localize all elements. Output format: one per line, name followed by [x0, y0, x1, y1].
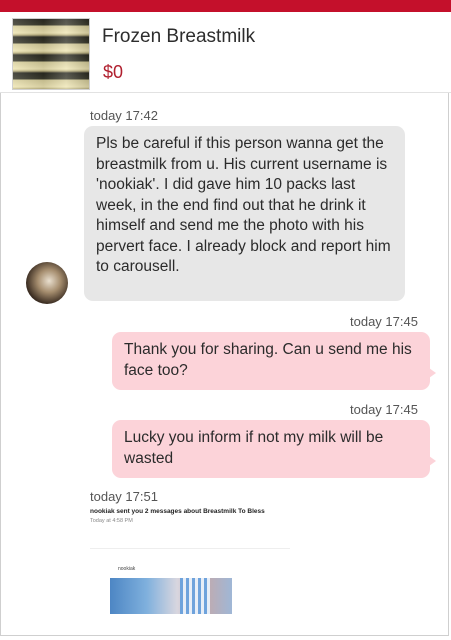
- notification-time: Today at 4:58 PM: [90, 518, 133, 524]
- listing-thumbnail[interactable]: [12, 18, 90, 90]
- message-timestamp: today 17:45: [350, 402, 418, 417]
- divider: [90, 548, 290, 549]
- top-bar: [0, 0, 451, 12]
- message-timestamp: today 17:45: [350, 314, 418, 329]
- sender-name: nookiak: [118, 566, 136, 572]
- incoming-message-bubble: Pls be careful if this person wanna get …: [84, 126, 405, 301]
- attached-photo[interactable]: [110, 578, 232, 614]
- outgoing-message-bubble: Thank you for sharing. Can u send me his…: [112, 332, 436, 390]
- notification-title: nookiak sent you 2 messages about Breast…: [90, 508, 265, 515]
- avatar[interactable]: [26, 262, 68, 304]
- listing-price: $0: [103, 62, 124, 82]
- listing-header[interactable]: Frozen Breastmilk $0: [0, 12, 451, 93]
- message-timestamp: today 17:42: [90, 108, 158, 123]
- message-timestamp: today 17:51: [90, 489, 158, 504]
- outgoing-message-bubble: Lucky you inform if not my milk will be …: [112, 420, 436, 478]
- listing-title[interactable]: Frozen Breastmilk: [102, 26, 255, 48]
- screenshot-attachment[interactable]: nookiak sent you 2 messages about Breast…: [90, 508, 300, 524]
